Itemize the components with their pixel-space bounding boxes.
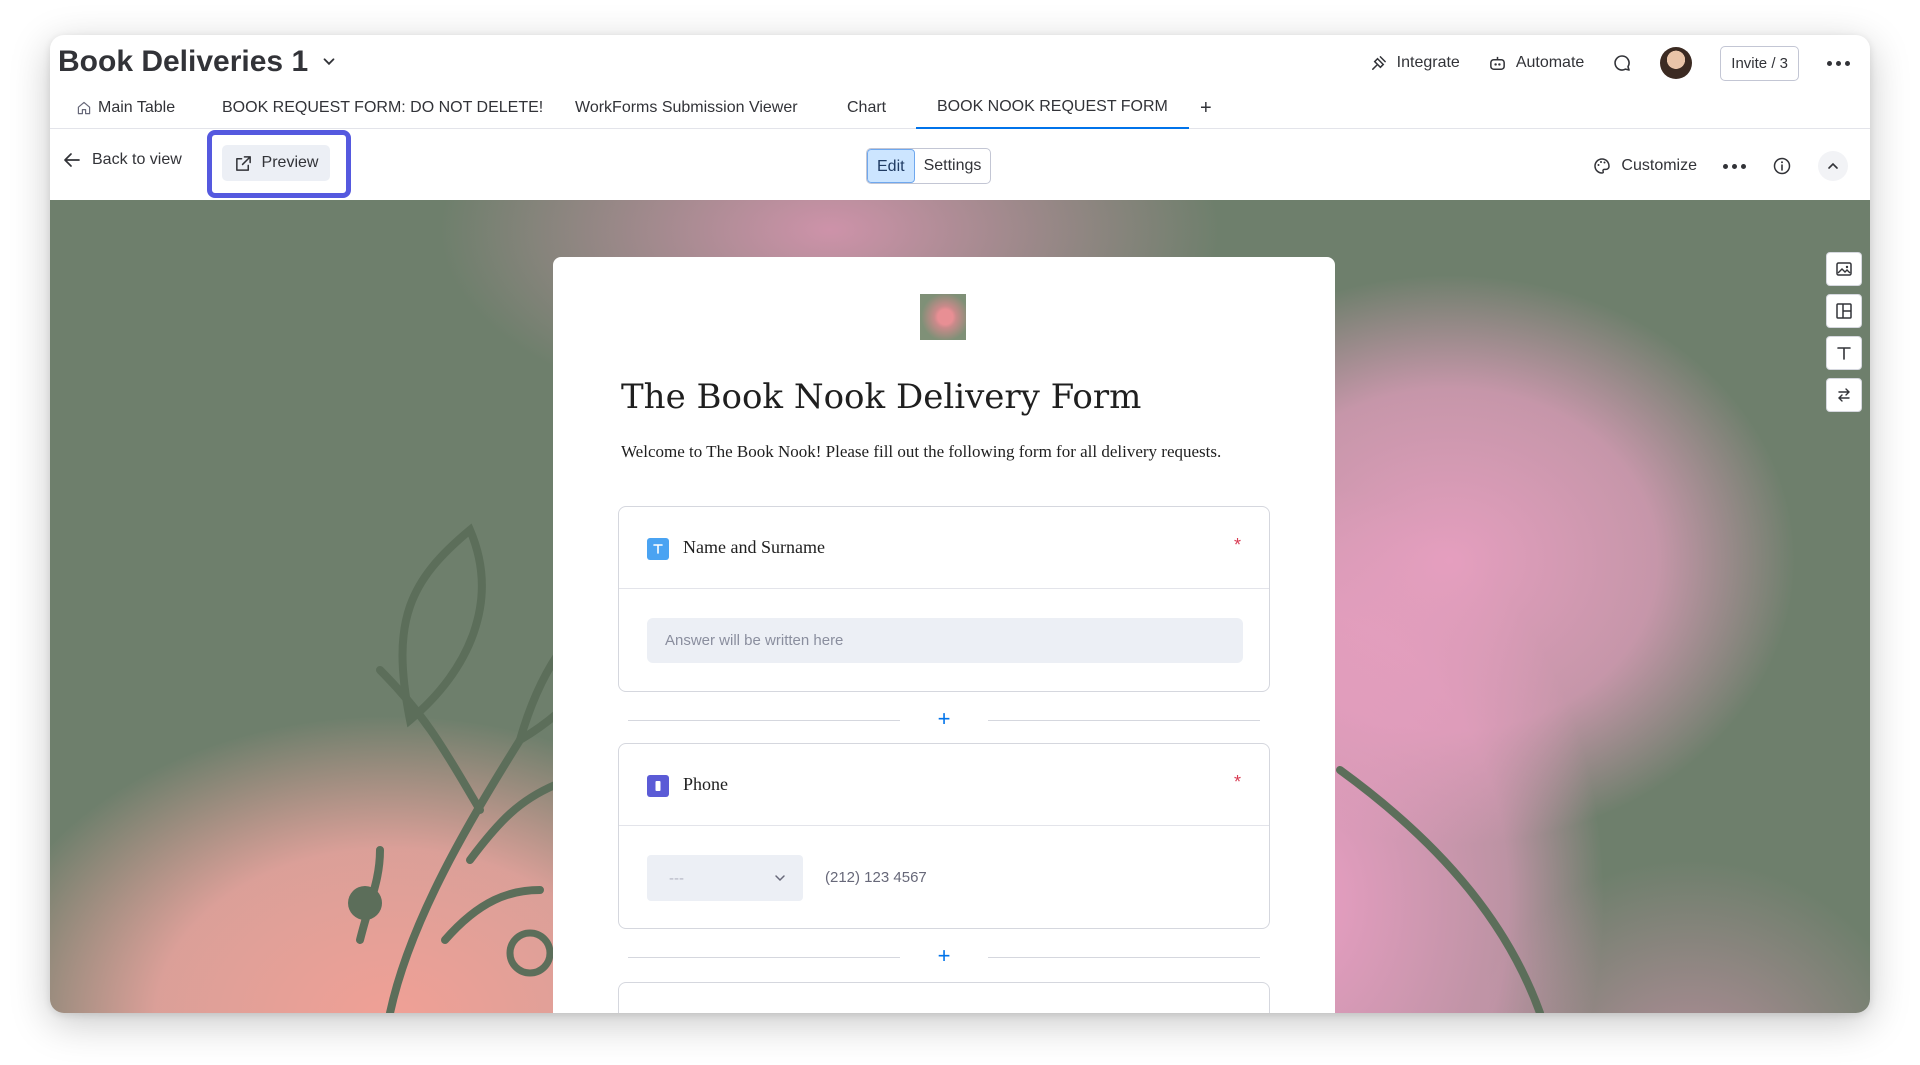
form-side-tools (1826, 252, 1862, 412)
country-code-value: --- (669, 869, 684, 887)
edit-tab[interactable]: Edit (867, 149, 915, 183)
form-more-options-icon[interactable] (1723, 163, 1746, 169)
integrate-icon (1371, 55, 1386, 70)
integrate-label: Integrate (1396, 54, 1460, 71)
add-question-button[interactable]: + (933, 943, 955, 969)
toolbar-right-actions: Customize (1592, 146, 1848, 186)
layout-icon (1836, 303, 1852, 319)
required-asterisk: * (1233, 535, 1241, 555)
tab-label: + (1200, 97, 1212, 119)
edit-settings-toggle: Edit Settings (866, 148, 992, 184)
add-question-divider: + (628, 706, 1260, 731)
customize-button[interactable]: Customize (1592, 156, 1697, 176)
tab-label: WorkForms Submission Viewer (575, 99, 798, 116)
form-card: The Book Nook Delivery Form Welcome to T… (553, 257, 1335, 1013)
header-actions: Integrate Automate Invite / 3 (1369, 43, 1850, 83)
chevron-down-icon (775, 875, 785, 882)
text-tool[interactable] (1826, 336, 1862, 370)
add-question-divider: + (628, 943, 1260, 968)
form-title[interactable]: The Book Nook Delivery Form (621, 377, 1141, 417)
question-header: Name and Surname * (619, 507, 1269, 589)
name-answer-field[interactable]: Answer will be written here (647, 618, 1243, 663)
question-next[interactable] (618, 982, 1270, 1013)
phone-column-icon (647, 775, 669, 797)
settings-tab[interactable]: Settings (915, 149, 991, 183)
required-asterisk: * (1233, 772, 1241, 792)
layout-tool[interactable] (1826, 294, 1862, 328)
arrow-left-icon (64, 153, 80, 167)
text-icon (1837, 347, 1851, 360)
preview-label: Preview (261, 154, 319, 171)
board-title: Book Deliveries 1 (58, 45, 309, 78)
phone-number-input[interactable]: (212) 123 4567 (825, 855, 927, 901)
more-options-icon[interactable] (1827, 60, 1850, 66)
swap-icon (1838, 388, 1850, 402)
preview-button[interactable]: Preview (222, 145, 330, 181)
home-icon (77, 101, 91, 115)
tab-main-table[interactable]: Main Table (76, 87, 175, 129)
tab-workforms-submission-viewer[interactable]: WorkForms Submission Viewer (575, 87, 798, 129)
add-question-button[interactable]: + (933, 706, 955, 732)
add-tab-button[interactable]: + (1200, 87, 1212, 129)
form-canvas: The Book Nook Delivery Form Welcome to T… (50, 200, 1870, 1013)
alignment-tool[interactable] (1826, 378, 1862, 412)
chevron-down-icon (323, 58, 335, 66)
form-logo[interactable] (920, 294, 966, 340)
tab-label: Chart (847, 99, 887, 116)
tab-label: BOOK NOOK REQUEST FORM (937, 98, 1168, 115)
app-window: Book Deliveries 1 Integrate Automate Inv… (50, 35, 1870, 1013)
cover-image-tool[interactable] (1826, 252, 1862, 286)
avatar[interactable] (1660, 47, 1693, 79)
board-title-menu[interactable]: Book Deliveries 1 (58, 45, 338, 79)
tab-book-nook-request-form[interactable]: BOOK NOOK REQUEST FORM (916, 87, 1189, 129)
image-icon (1836, 262, 1852, 276)
tab-label: Main Table (98, 99, 176, 116)
integrate-button[interactable]: Integrate (1369, 54, 1460, 73)
tab-label: BOOK REQUEST FORM: DO NOT DELETE! (222, 99, 544, 116)
question-name-and-surname[interactable]: Name and Surname * Answer will be writte… (618, 506, 1270, 692)
back-to-view-button[interactable]: Back to view (62, 150, 182, 170)
customize-label: Customize (1621, 157, 1697, 174)
automate-label: Automate (1515, 54, 1585, 71)
tab-book-request-form[interactable]: BOOK REQUEST FORM: DO NOT DELETE! (222, 87, 543, 129)
back-to-view-label: Back to view (92, 151, 182, 168)
info-icon[interactable] (1772, 156, 1792, 176)
question-label: Phone (683, 774, 728, 794)
invite-button[interactable]: Invite / 3 (1720, 45, 1799, 81)
question-phone[interactable]: Phone * --- (212) 123 4567 (618, 743, 1270, 929)
chat-icon[interactable] (1612, 53, 1632, 73)
form-description[interactable]: Welcome to The Book Nook! Please fill ou… (621, 440, 1241, 464)
form-toolbar: Back to view Preview Edit Settings Custo… (50, 128, 1870, 200)
question-label: Name and Surname (683, 537, 825, 557)
question-header: Phone * (619, 744, 1269, 826)
tab-chart[interactable]: Chart (847, 87, 886, 129)
board-header: Book Deliveries 1 Integrate Automate Inv… (50, 35, 1870, 129)
palette-icon (1594, 158, 1611, 174)
robot-icon (1489, 56, 1505, 70)
country-code-select[interactable]: --- (647, 855, 803, 901)
external-link-icon (235, 155, 251, 171)
automate-button[interactable]: Automate (1488, 54, 1584, 73)
text-column-icon (647, 538, 669, 560)
chevron-up-icon (1828, 162, 1838, 169)
collapse-button[interactable] (1818, 151, 1848, 181)
board-tabs: Main Table BOOK REQUEST FORM: DO NOT DEL… (50, 87, 1870, 129)
